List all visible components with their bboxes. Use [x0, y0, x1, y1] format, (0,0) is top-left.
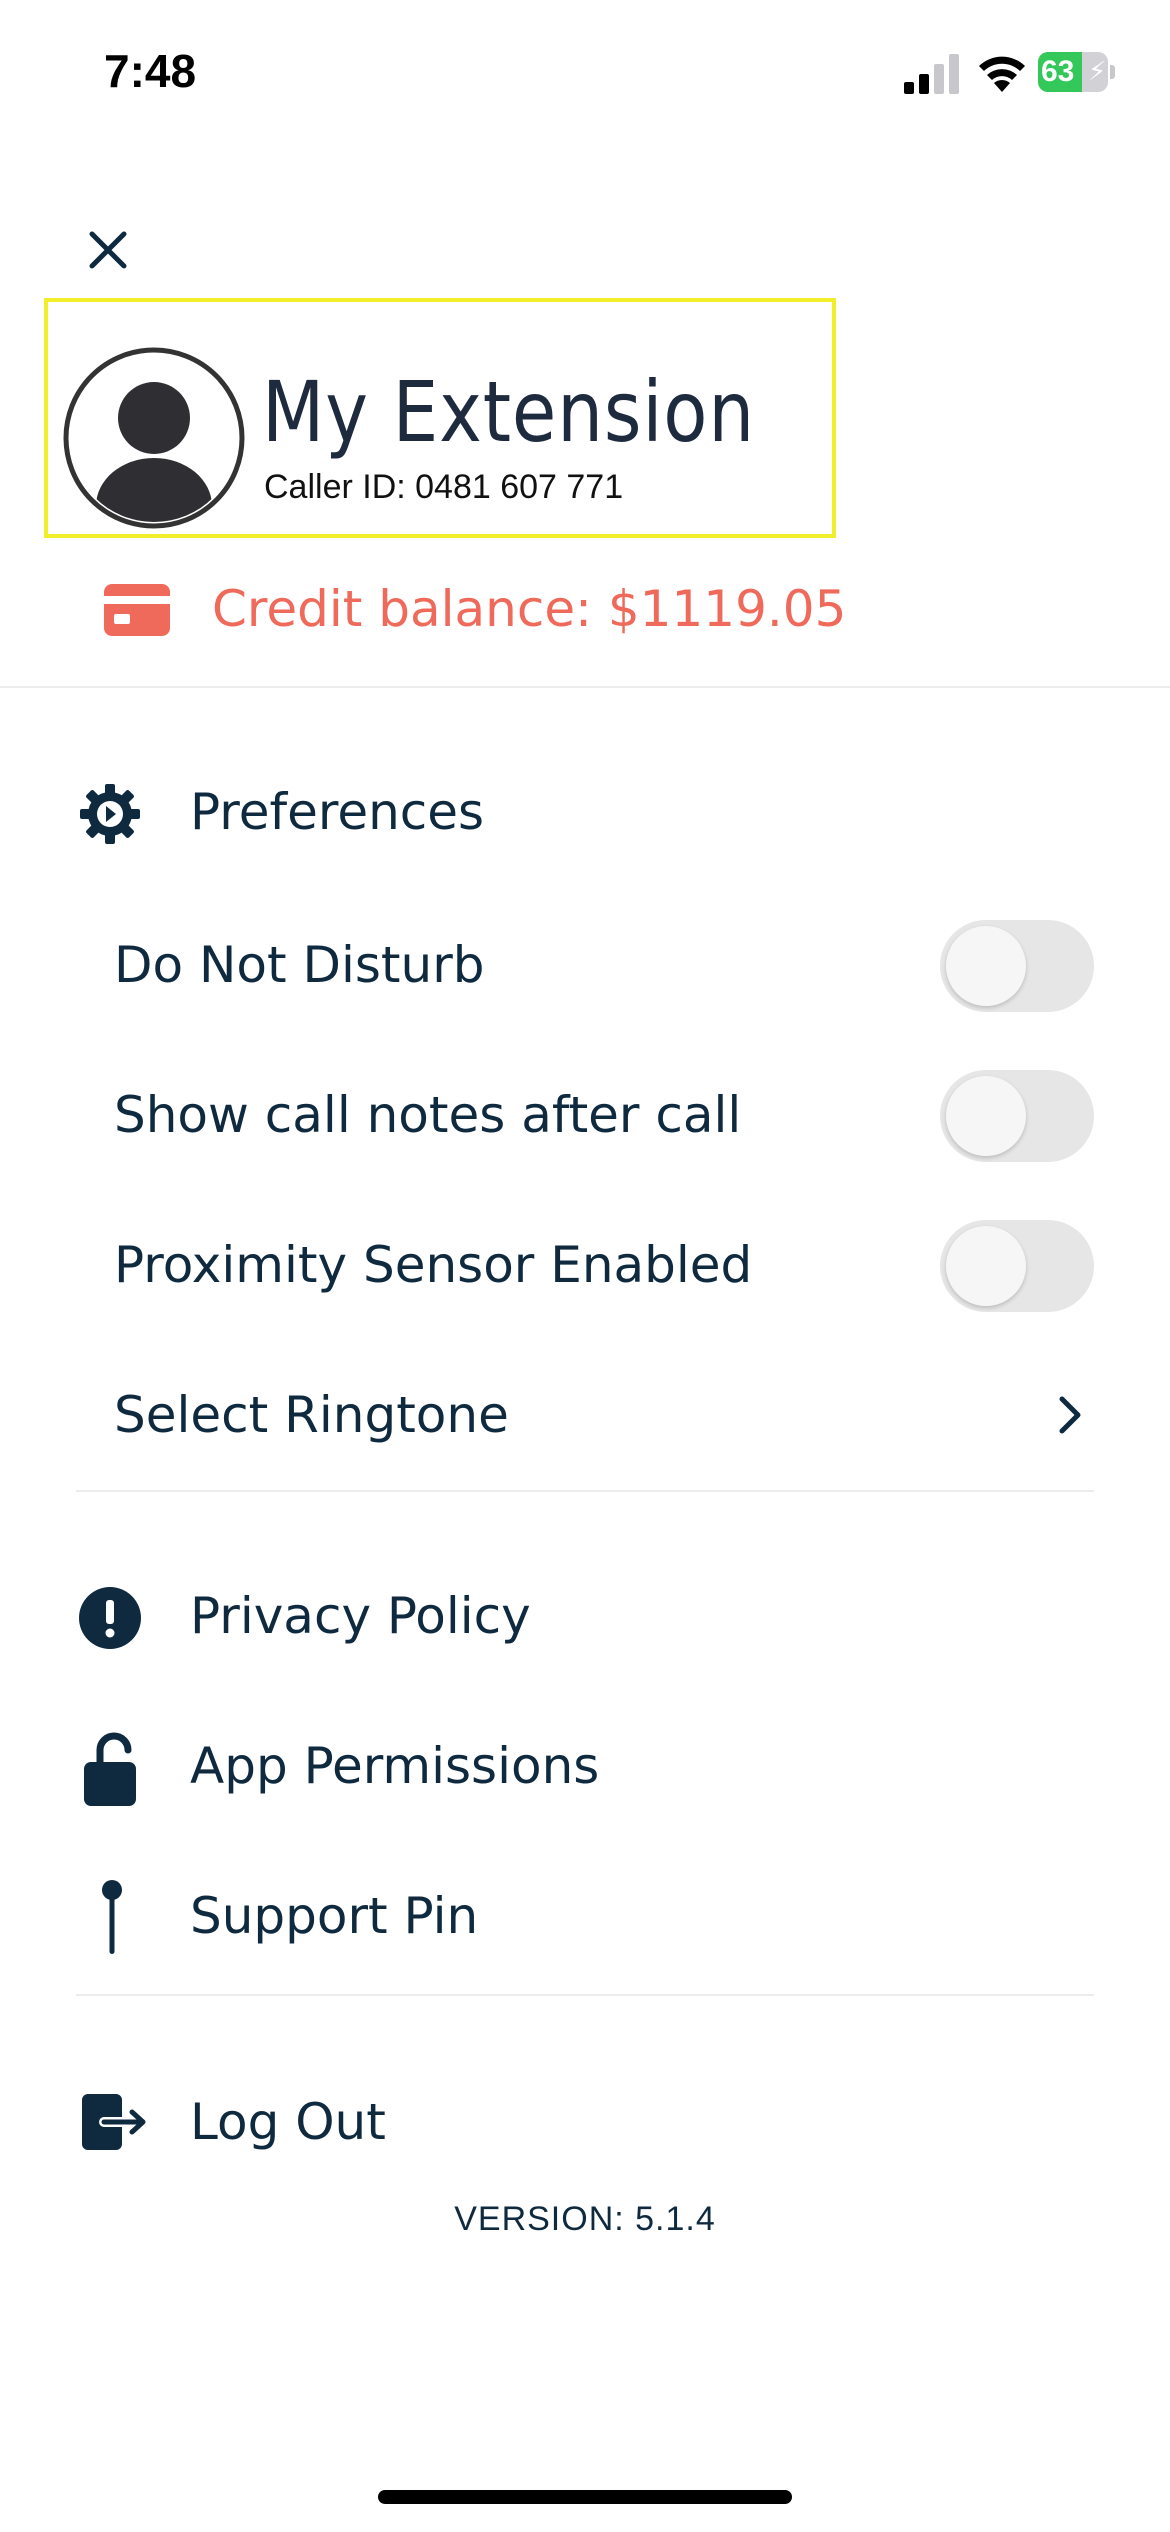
do-not-disturb-toggle[interactable] — [940, 920, 1094, 1012]
status-time: 7:48 — [104, 45, 197, 97]
wifi-icon — [979, 56, 1025, 92]
proximity-sensor-toggle[interactable] — [940, 1220, 1094, 1312]
caller-id: Caller ID: 0481 607 771 — [264, 468, 624, 506]
menu-divider — [76, 1994, 1094, 1996]
chevron-right-icon — [1059, 1396, 1081, 1434]
credit-balance: Credit balance: $1119.05 — [212, 580, 847, 638]
preferences-divider — [76, 1490, 1094, 1492]
home-indicator[interactable] — [378, 2490, 792, 2504]
logout-icon — [82, 2094, 147, 2150]
battery-nub — [1110, 65, 1115, 79]
extension-title: My Extension — [262, 363, 756, 461]
exclamation-circle-icon — [79, 1587, 141, 1649]
support-pin-label: Support Pin — [190, 1887, 479, 1945]
proximity-sensor-label: Proximity Sensor Enabled — [114, 1236, 753, 1294]
charging-bolt-icon: ⚡ — [1088, 57, 1107, 87]
toggle-knob — [946, 1076, 1026, 1156]
preferences-heading: Preferences — [190, 783, 485, 841]
app-permissions-label: App Permissions — [190, 1737, 600, 1795]
close-icon[interactable] — [84, 226, 132, 274]
gear-icon — [80, 784, 140, 844]
select-ringtone-label: Select Ringtone — [114, 1386, 509, 1444]
pin-icon — [102, 1880, 122, 1954]
credit-card-icon — [104, 584, 170, 636]
do-not-disturb-label: Do Not Disturb — [114, 936, 485, 994]
toggle-knob — [946, 1226, 1026, 1306]
show-call-notes-toggle[interactable] — [940, 1070, 1094, 1162]
unlock-icon — [84, 1732, 136, 1806]
battery-level-text: 63 — [1041, 55, 1075, 88]
avatar-icon — [63, 347, 245, 529]
show-call-notes-label: Show call notes after call — [114, 1086, 742, 1144]
cellular-signal-icon — [904, 54, 959, 94]
header-divider — [0, 686, 1170, 688]
log-out-label: Log Out — [190, 2093, 386, 2151]
app-version: VERSION: 5.1.4 — [454, 2200, 716, 2238]
battery-body: 63 ⚡ — [1038, 52, 1108, 92]
toggle-knob — [946, 926, 1026, 1006]
privacy-policy-label: Privacy Policy — [190, 1587, 531, 1645]
battery-indicator: 63 ⚡ — [1038, 52, 1116, 94]
